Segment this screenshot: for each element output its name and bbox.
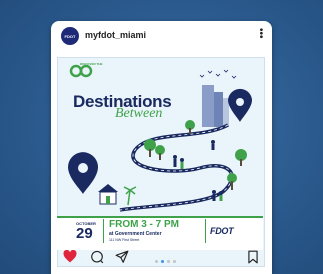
fdot-logo: FDOT <box>210 226 234 236</box>
post-actions <box>51 246 272 274</box>
location-pin-icon <box>228 88 252 122</box>
carousel-dot[interactable] <box>173 260 176 263</box>
event-time: FROM 3 - 7 PM <box>109 219 180 230</box>
event-day: 29 <box>76 225 93 242</box>
palm-icon <box>123 186 137 206</box>
carousel-dots <box>155 260 176 263</box>
event-place: at Government Center <box>109 231 162 237</box>
location-pin-left-icon <box>68 152 98 194</box>
heart-icon[interactable] <box>63 250 77 263</box>
flyer-title-script: Between <box>115 106 163 121</box>
carousel-dot[interactable] <box>155 260 158 263</box>
share-icon[interactable] <box>115 250 129 264</box>
flyer-tagline: DISCOVER THE <box>80 62 103 66</box>
destinations-logo-icon <box>69 64 93 78</box>
birds-icon <box>199 69 237 79</box>
footer-divider-2 <box>205 219 206 243</box>
buildings-icon <box>202 85 229 127</box>
bookmark-icon[interactable] <box>247 250 259 264</box>
carousel-dot-active[interactable] <box>161 260 164 263</box>
footer-divider <box>103 219 104 243</box>
event-address: 111 NW First Street <box>109 238 140 242</box>
house-icon <box>98 184 118 205</box>
tree-icon <box>144 120 247 190</box>
carousel-dot[interactable] <box>167 260 170 263</box>
comment-icon[interactable] <box>90 250 104 264</box>
